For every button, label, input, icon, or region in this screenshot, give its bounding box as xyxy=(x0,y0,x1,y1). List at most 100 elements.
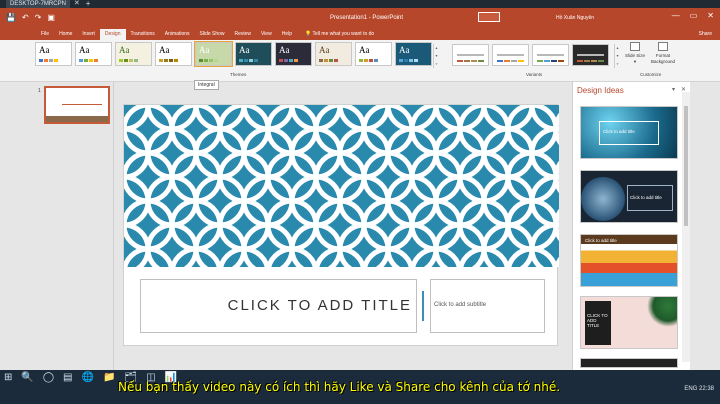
search-icon[interactable]: 🔍 xyxy=(21,372,33,383)
file-explorer-icon[interactable]: 📁 xyxy=(103,372,115,383)
design-idea-2[interactable]: Click to add title xyxy=(580,170,678,223)
design-idea-5[interactable] xyxy=(580,358,678,368)
design-ideas-scrollbar[interactable] xyxy=(682,92,690,362)
tab-review[interactable]: Review xyxy=(230,31,256,40)
tab-transitions[interactable]: Transitions xyxy=(126,31,160,40)
share-button[interactable]: Share xyxy=(699,31,712,37)
slide-number: 1 xyxy=(38,88,41,94)
variant-thumbnail[interactable] xyxy=(572,44,609,66)
theme-thumbnail[interactable]: Aa xyxy=(315,42,352,66)
session-tab[interactable]: DESKTOP-7MRCPN xyxy=(6,0,70,8)
leaf-image xyxy=(647,297,677,327)
theme-thumbnail[interactable]: Aa xyxy=(35,42,72,66)
slide-pattern-image xyxy=(124,105,559,267)
tab-insert[interactable]: Insert xyxy=(77,31,100,40)
task-view-icon[interactable]: ▤ xyxy=(63,372,72,383)
variant-title-line xyxy=(537,54,564,56)
theme-sample-text: Aa xyxy=(399,45,410,55)
thumbnail-title-line xyxy=(62,104,102,105)
design-idea-1[interactable]: Click to add title xyxy=(580,106,678,159)
present-icon[interactable]: ▣ xyxy=(47,13,55,22)
theme-color-swatches xyxy=(359,59,378,62)
window-controls: — ▭ ✕ xyxy=(672,11,714,20)
variants-gallery-scroll[interactable]: ▴ ▾ ▿ xyxy=(614,44,620,68)
system-tray[interactable]: ENG 22:38 xyxy=(684,386,714,392)
design-idea-4[interactable]: CLICK TO ADD TITLE xyxy=(580,296,678,349)
theme-thumbnail[interactable]: Aa xyxy=(115,42,152,66)
user-name[interactable]: Hồ Xuân Nguyên xyxy=(556,15,594,21)
title-placeholder[interactable]: CLICK TO ADD TITLE xyxy=(140,279,417,333)
browser-icon[interactable]: 🌐 xyxy=(82,372,94,383)
theme-sample-text: Aa xyxy=(199,45,210,55)
scrollbar-thumb[interactable] xyxy=(684,106,688,226)
variant-title-line xyxy=(457,54,484,56)
close-window-icon[interactable]: ✕ xyxy=(707,11,714,20)
themes-gallery-scroll[interactable]: ▴ ▾ ▿ xyxy=(433,44,439,68)
tab-view[interactable]: View xyxy=(256,31,277,40)
design-ribbon: Aa Aa Aa Aa Aa Aa Aa Aa Aa Aa ▴ ▾ ▿ Themes ▴ ▾ ▿ Vari… xyxy=(0,40,720,82)
design-idea-4-label: CLICK TO ADD TITLE xyxy=(587,313,608,328)
globe-image xyxy=(581,177,625,221)
slide-canvas[interactable]: CLICK TO ADD TITLE Click to add subtitle xyxy=(123,104,559,346)
tab-slide-show[interactable]: Slide Show xyxy=(195,31,230,40)
start-icon[interactable]: ⊞ xyxy=(4,372,12,383)
redo-icon[interactable]: ↷ xyxy=(35,13,42,22)
theme-color-swatches xyxy=(199,59,218,62)
theme-thumbnail[interactable]: Aa xyxy=(395,42,432,66)
theme-sample-text: Aa xyxy=(279,45,290,55)
design-idea-1-label: Click to add title xyxy=(603,129,635,134)
variant-color-swatches xyxy=(577,60,604,62)
design-idea-3[interactable]: Click to add title xyxy=(580,234,678,287)
theme-sample-text: Aa xyxy=(319,45,330,55)
theme-color-swatches xyxy=(79,59,98,62)
minimize-icon[interactable]: — xyxy=(672,11,680,20)
cortana-icon[interactable]: ◯ xyxy=(43,372,54,383)
maximize-icon[interactable]: ▭ xyxy=(690,11,698,20)
undo-icon[interactable]: ↶ xyxy=(22,13,29,22)
chevron-down-icon[interactable]: ▾ xyxy=(672,86,675,93)
variants-group-label: Variants xyxy=(526,72,543,77)
remote-session-strip: DESKTOP-7MRCPN ✕ + xyxy=(0,0,720,8)
new-session-icon[interactable]: + xyxy=(86,0,91,8)
theme-color-swatches xyxy=(159,59,178,62)
design-ideas-pane: Design Ideas ▾ ✕ Click to add title Clic… xyxy=(572,82,690,370)
save-icon[interactable]: 💾 xyxy=(6,13,16,22)
theme-thumbnail[interactable]: Aa xyxy=(235,42,272,66)
subtitle-placeholder-text: Click to add subtitle xyxy=(434,302,487,308)
theme-sample-text: Aa xyxy=(159,45,170,55)
tab-help[interactable]: Help xyxy=(277,31,297,40)
theme-thumbnail[interactable]: Aa xyxy=(194,41,233,67)
quick-access-toolbar: 💾 ↶ ↷ ▣ xyxy=(6,13,55,22)
theme-color-swatches xyxy=(119,59,138,62)
theme-sample-text: Aa xyxy=(119,45,130,55)
theme-color-swatches xyxy=(279,59,298,62)
theme-color-swatches xyxy=(399,59,418,62)
theme-tooltip: Integral xyxy=(194,80,219,90)
theme-thumbnail[interactable]: Aa xyxy=(155,42,192,66)
tab-home[interactable]: Home xyxy=(54,31,77,40)
ribbon-display-options-button[interactable] xyxy=(478,12,500,22)
variant-thumbnail[interactable] xyxy=(492,44,529,66)
tell-me-search[interactable]: 💡 Tell me what you want to do xyxy=(305,31,374,40)
slide-thumbnail[interactable] xyxy=(44,86,110,124)
themes-group-label: Themes xyxy=(230,72,247,77)
window-title: Presentation1 - PowerPoint xyxy=(330,15,404,21)
format-background-button[interactable]: Format Background xyxy=(648,42,678,72)
theme-color-swatches xyxy=(239,59,258,62)
close-session-icon[interactable]: ✕ xyxy=(74,0,80,8)
variant-thumbnail[interactable] xyxy=(452,44,489,66)
tab-animations[interactable]: Animations xyxy=(160,31,195,40)
subtitle-placeholder[interactable]: Click to add subtitle xyxy=(430,279,545,333)
slide-size-button[interactable]: Slide Size ▾ xyxy=(624,42,646,72)
variant-title-line xyxy=(497,54,524,56)
tab-design[interactable]: Design xyxy=(99,29,126,40)
theme-thumbnail[interactable]: Aa xyxy=(75,42,112,66)
variant-title-line xyxy=(577,54,604,56)
theme-thumbnail[interactable]: Aa xyxy=(275,42,312,66)
customize-group-label: Customize xyxy=(640,72,662,77)
theme-sample-text: Aa xyxy=(79,45,90,55)
tab-file[interactable]: File xyxy=(36,31,54,40)
slide-size-icon xyxy=(630,42,640,51)
theme-thumbnail[interactable]: Aa xyxy=(355,42,392,66)
variant-thumbnail[interactable] xyxy=(532,44,569,66)
